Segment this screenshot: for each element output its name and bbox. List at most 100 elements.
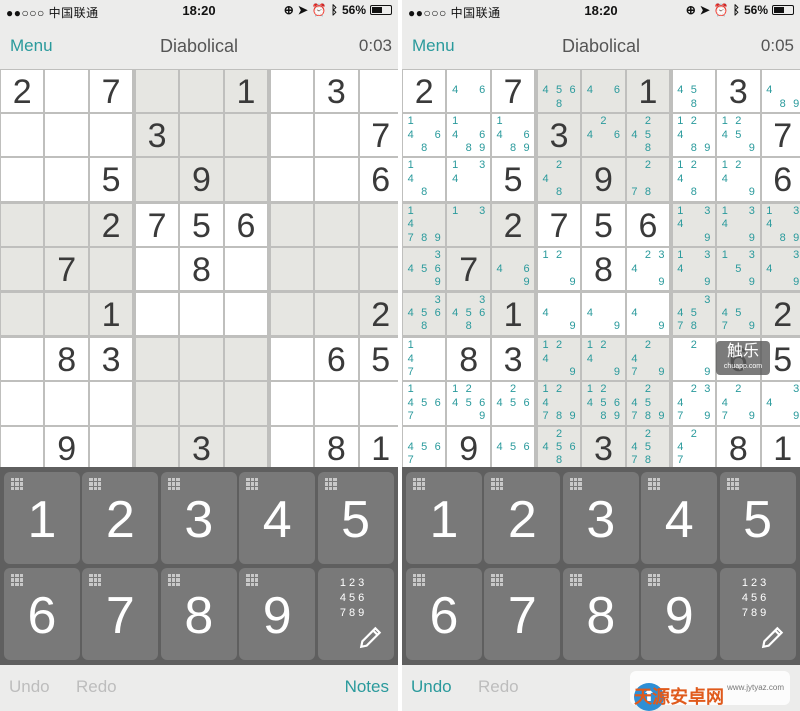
sudoku-cell[interactable]: 8 — [717, 426, 760, 469]
sudoku-cell[interactable]: 46 — [447, 70, 490, 113]
number-key-4[interactable]: 4 — [239, 472, 316, 564]
sudoku-cell[interactable]: 3 — [180, 426, 223, 469]
sudoku-cell[interactable]: 14 689 — [447, 114, 490, 157]
sudoku-cell[interactable]: 2 — [89, 204, 133, 247]
sudoku-cell[interactable]: 8 — [45, 338, 88, 381]
number-key-6[interactable]: 6 — [4, 568, 80, 660]
sudoku-cell[interactable] — [135, 158, 179, 201]
sudoku-cell[interactable]: 12459 — [717, 114, 760, 157]
sudoku-cell[interactable]: 5 — [582, 204, 625, 247]
sudoku-cell[interactable] — [89, 426, 133, 469]
sudoku-cell[interactable] — [315, 382, 358, 425]
sudoku-cell[interactable]: 8 — [582, 248, 625, 291]
sudoku-cell[interactable] — [135, 382, 179, 425]
number-key-2[interactable]: 2 — [484, 472, 561, 564]
sudoku-cell[interactable] — [45, 70, 88, 113]
sudoku-cell[interactable] — [359, 382, 398, 425]
sudoku-cell[interactable]: 14 68 — [403, 114, 446, 157]
sudoku-cell[interactable] — [135, 338, 179, 381]
sudoku-cell[interactable]: 3 — [135, 114, 179, 157]
sudoku-cell[interactable] — [135, 292, 179, 335]
sudoku-cell[interactable]: 7 — [89, 70, 133, 113]
sudoku-cell[interactable]: 1 — [491, 292, 535, 335]
sudoku-cell[interactable]: 2 — [403, 70, 446, 113]
undo-button[interactable]: Undo — [9, 677, 50, 697]
sudoku-cell[interactable]: 456 7 — [403, 426, 446, 469]
notes-button[interactable]: Notes — [345, 677, 389, 697]
sudoku-cell[interactable]: 2 — [359, 292, 398, 335]
number-key-5[interactable]: 5 — [719, 472, 796, 564]
sudoku-cell[interactable]: 2 78 — [626, 158, 670, 201]
sudoku-cell[interactable]: 456 — [491, 426, 535, 469]
sudoku-cell[interactable] — [315, 292, 358, 335]
number-key-9[interactable]: 9 — [641, 568, 718, 660]
sudoku-cell[interactable]: 8 — [180, 248, 223, 291]
sudoku-cell[interactable] — [180, 382, 223, 425]
sudoku-cell[interactable]: 457 9 — [717, 292, 760, 335]
sudoku-cell[interactable] — [270, 158, 314, 201]
sudoku-cell[interactable]: 489 — [761, 70, 800, 113]
sudoku-cell[interactable]: 23 47 9 — [672, 382, 716, 425]
sudoku-cell[interactable]: 2 — [491, 204, 535, 247]
sudoku-cell[interactable] — [180, 70, 223, 113]
sudoku-cell[interactable]: 247 9 — [717, 382, 760, 425]
sudoku-cell[interactable]: 4 69 — [491, 248, 535, 291]
sudoku-cell[interactable]: 2 — [1, 70, 44, 113]
sudoku-cell[interactable] — [135, 248, 179, 291]
sudoku-cell[interactable] — [315, 158, 358, 201]
sudoku-cell[interactable] — [359, 70, 398, 113]
sudoku-cell[interactable]: 5 — [359, 338, 398, 381]
sudoku-cell[interactable] — [1, 382, 44, 425]
number-key-7[interactable]: 7 — [484, 568, 561, 660]
sudoku-cell[interactable] — [45, 382, 88, 425]
sudoku-cell[interactable]: 124 9 — [537, 338, 581, 381]
sudoku-cell[interactable]: 3 — [491, 338, 535, 381]
sudoku-cell[interactable] — [270, 292, 314, 335]
number-key-6[interactable]: 6 — [406, 568, 482, 660]
sudoku-cell[interactable] — [224, 158, 268, 201]
sudoku-cell[interactable]: 7 — [761, 114, 800, 157]
sudoku-cell[interactable]: 7 — [135, 204, 179, 247]
number-key-8[interactable]: 8 — [160, 568, 237, 660]
sudoku-cell[interactable]: 8 — [447, 338, 490, 381]
sudoku-cell[interactable]: 1 — [89, 292, 133, 335]
sudoku-cell[interactable] — [270, 70, 314, 113]
sudoku-cell[interactable]: 6 — [626, 204, 670, 247]
sudoku-cell[interactable] — [270, 114, 314, 157]
sudoku-cell[interactable]: 46 — [582, 70, 625, 113]
pencil-notes-key[interactable]: 123 456 789 — [719, 568, 796, 660]
sudoku-cell[interactable] — [180, 292, 223, 335]
sudoku-cell[interactable]: 8 — [315, 426, 358, 469]
sudoku-cell[interactable]: 12 9 — [537, 248, 581, 291]
sudoku-cell[interactable]: 124 9 — [717, 158, 760, 201]
sudoku-cell[interactable] — [180, 114, 223, 157]
sudoku-cell[interactable]: 9 — [582, 158, 625, 201]
sudoku-cell[interactable] — [224, 426, 268, 469]
sudoku-cell[interactable] — [315, 204, 358, 247]
sudoku-cell[interactable] — [359, 248, 398, 291]
sudoku-cell[interactable]: 9 — [45, 426, 88, 469]
number-key-7[interactable]: 7 — [82, 568, 159, 660]
sudoku-cell[interactable] — [135, 426, 179, 469]
sudoku-cell[interactable]: 3 4578 — [672, 292, 716, 335]
number-key-1[interactable]: 1 — [406, 472, 482, 564]
number-key-4[interactable]: 4 — [641, 472, 718, 564]
sudoku-cell[interactable]: 1 — [626, 70, 670, 113]
sudoku-cell[interactable]: 12489 — [672, 114, 716, 157]
sudoku-cell[interactable]: 24578 — [626, 426, 670, 469]
sudoku-cell[interactable] — [1, 426, 44, 469]
sudoku-cell[interactable]: 3 4568 — [447, 292, 490, 335]
sudoku-cell[interactable] — [89, 248, 133, 291]
sudoku-cell[interactable]: 1 359 — [717, 248, 760, 291]
sudoku-cell[interactable]: 1 — [359, 426, 398, 469]
sudoku-cell[interactable]: 24 6 — [582, 114, 625, 157]
sudoku-cell[interactable] — [315, 114, 358, 157]
sudoku-cell[interactable]: 2 — [761, 292, 800, 335]
sudoku-cell[interactable]: 6 — [359, 158, 398, 201]
sudoku-cell[interactable]: 124789 — [537, 382, 581, 425]
sudoku-cell[interactable]: 9 — [180, 158, 223, 201]
sudoku-cell[interactable]: 245789 — [626, 382, 670, 425]
sudoku-cell[interactable]: 458 — [672, 70, 716, 113]
sudoku-cell[interactable] — [1, 114, 44, 157]
sudoku-cell[interactable]: 2458 — [626, 114, 670, 157]
